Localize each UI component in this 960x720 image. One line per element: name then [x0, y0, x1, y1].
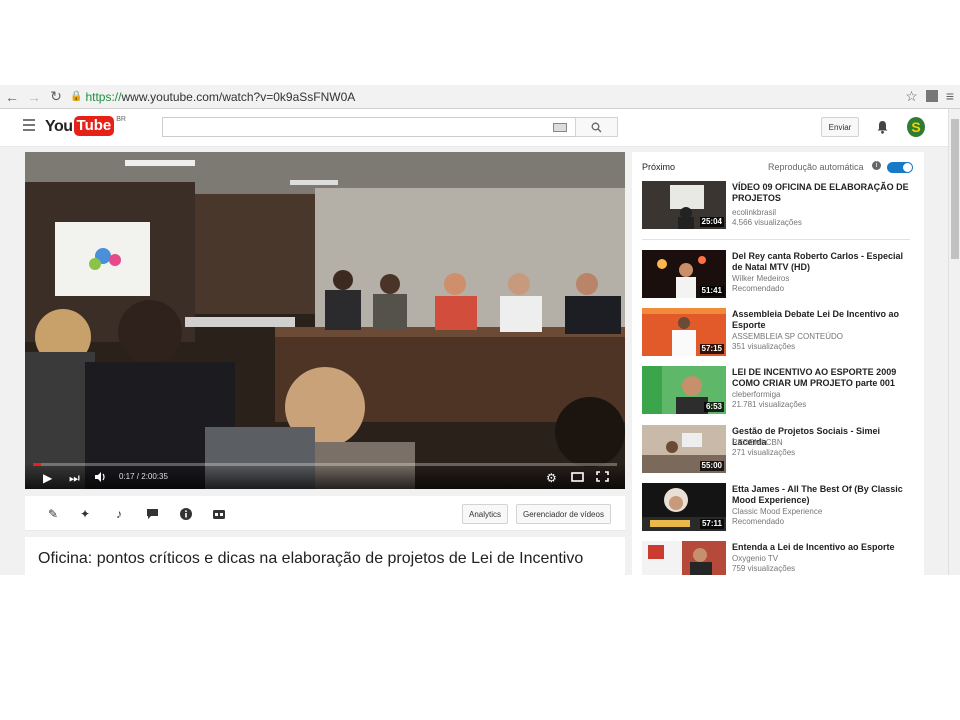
- video-player[interactable]: ▶ ⏭ 0:17 / 2:00:35 ⚙: [25, 152, 625, 489]
- video-thumbnail[interactable]: [642, 541, 726, 575]
- list-item[interactable]: 51:41 Del Rey canta Roberto Carlos - Esp…: [642, 250, 917, 300]
- music-note-icon[interactable]: ♪: [112, 507, 126, 521]
- fullscreen-icon[interactable]: [596, 471, 609, 485]
- autoplay-toggle[interactable]: [887, 162, 913, 173]
- list-item[interactable]: 57:11 Etta James - All The Best Of (By C…: [642, 483, 917, 533]
- reco-channel[interactable]: REDEMI-CBN: [732, 438, 783, 448]
- video-thumbnail[interactable]: 55:00: [642, 425, 726, 473]
- list-item[interactable]: 57:15 Assembleia Debate Lei De Incentivo…: [642, 308, 917, 358]
- url-scheme: https://: [85, 89, 122, 104]
- next-heading: Próximo: [642, 162, 676, 172]
- reco-views: 351 visualizações: [732, 342, 796, 351]
- bell-icon[interactable]: [876, 120, 890, 134]
- video-frame-image: [25, 152, 625, 489]
- url-path: www.youtube.com/watch?v=0k9aSsFNW0A: [121, 89, 356, 104]
- back-icon[interactable]: ←: [2, 87, 22, 107]
- menu-icon[interactable]: ≡: [946, 88, 954, 105]
- reco-channel[interactable]: Classic Mood Experience: [732, 507, 822, 517]
- avatar[interactable]: S: [907, 117, 925, 137]
- lock-icon: 🔒: [70, 91, 83, 102]
- list-item[interactable]: 55:00 Gestão de Projetos Sociais - Simei…: [642, 425, 917, 475]
- progress-fill: [33, 463, 41, 466]
- pencil-icon[interactable]: ✎: [46, 507, 60, 521]
- reco-views: Recomendado: [732, 517, 785, 526]
- forward-icon[interactable]: →: [24, 87, 44, 107]
- search-input[interactable]: [162, 117, 576, 137]
- upload-button[interactable]: Enviar: [821, 117, 859, 137]
- duration-badge: 25:04: [699, 217, 724, 227]
- related-videos-sidebar: Próximo Reprodução automática i 25:04 VÍ…: [632, 152, 924, 575]
- analytics-button[interactable]: Analytics: [462, 504, 509, 524]
- reco-title[interactable]: Entenda a Lei de Incentivo ao Esporte: [732, 542, 916, 553]
- play-icon[interactable]: ▶: [43, 471, 52, 485]
- reco-views: 271 visualizações: [732, 448, 796, 457]
- video-thumbnail[interactable]: 57:15: [642, 308, 726, 356]
- reco-views: 21.781 visualizações: [732, 400, 807, 409]
- reco-channel[interactable]: Wilker Medeiros: [732, 274, 789, 284]
- reco-channel[interactable]: ASSEMBLEIA SP CONTEÚDO: [732, 332, 843, 342]
- video-manager-button[interactable]: Gerenciador de vídeos: [516, 504, 611, 524]
- next-icon[interactable]: ⏭: [69, 471, 80, 485]
- autoplay-info-icon[interactable]: i: [872, 161, 881, 170]
- logo-region: BR: [116, 116, 126, 123]
- subtitles-icon[interactable]: [212, 507, 226, 521]
- star-icon[interactable]: ☆: [905, 88, 918, 105]
- video-thumbnail[interactable]: 6:53: [642, 366, 726, 414]
- progress-bar[interactable]: [33, 463, 617, 466]
- reco-title[interactable]: VÍDEO 09 OFICINA DE ELABORAÇÃO DE PROJET…: [732, 182, 916, 204]
- logo-tube-text: Tube: [73, 116, 115, 136]
- reco-channel[interactable]: Oxygenio TV: [732, 554, 778, 564]
- info-icon[interactable]: [179, 507, 193, 521]
- hamburger-menu-icon[interactable]: [23, 119, 35, 131]
- youtube-logo[interactable]: You Tube BR: [45, 116, 126, 138]
- reco-channel[interactable]: ecolinkbrasil: [732, 208, 776, 218]
- scrollbar-thumb[interactable]: [951, 119, 959, 259]
- site-header: You Tube BR Enviar S: [0, 109, 948, 147]
- duration-badge: 55:00: [699, 461, 724, 471]
- theater-mode-icon[interactable]: [571, 471, 584, 485]
- divider: [642, 239, 910, 240]
- magic-wand-icon[interactable]: ✦: [78, 507, 92, 521]
- reco-views: 4.566 visualizações: [732, 218, 802, 227]
- list-item[interactable]: 25:04 VÍDEO 09 OFICINA DE ELABORAÇÃO DE …: [642, 181, 917, 231]
- gear-icon[interactable]: ⚙: [546, 471, 557, 485]
- player-controls: ▶ ⏭ 0:17 / 2:00:35 ⚙: [25, 463, 625, 489]
- time-display: 0:17 / 2:00:35: [119, 472, 168, 481]
- video-info-card: Oficina: pontos críticos e dicas na elab…: [25, 537, 625, 575]
- video-thumbnail[interactable]: 57:11: [642, 483, 726, 531]
- reload-icon[interactable]: ↻: [46, 87, 66, 107]
- search-button[interactable]: [575, 117, 618, 137]
- browser-window: ← → ↻ 🔒 https:// www.youtube.com/watch?v…: [0, 85, 960, 575]
- reco-title[interactable]: Etta James - All The Best Of (By Classic…: [732, 484, 916, 506]
- reco-channel[interactable]: cleberformiga: [732, 390, 780, 400]
- logo-you-text: You: [45, 118, 73, 135]
- reco-title[interactable]: Del Rey canta Roberto Carlos - Especial …: [732, 251, 916, 273]
- duration-badge: 51:41: [699, 286, 724, 296]
- reco-title[interactable]: Assembleia Debate Lei De Incentivo ao Es…: [732, 309, 916, 331]
- duration-badge: 6:53: [703, 402, 724, 412]
- video-thumbnail[interactable]: 51:41: [642, 250, 726, 298]
- annotation-icon[interactable]: [145, 507, 159, 521]
- volume-icon[interactable]: [95, 471, 106, 485]
- duration-badge: 57:11: [699, 519, 724, 529]
- reco-views: 759 visualizações: [732, 564, 796, 573]
- list-item[interactable]: Entenda a Lei de Incentivo ao Esporte Ox…: [642, 541, 917, 575]
- creator-action-bar: ✎ ✦ ♪ Analytics Gerenciador de vídeos: [25, 496, 625, 531]
- search-icon: [591, 122, 602, 132]
- browser-toolbar: ← → ↻ 🔒 https:// www.youtube.com/watch?v…: [0, 85, 960, 109]
- autoplay-label: Reprodução automática: [768, 162, 864, 172]
- duration-badge: 57:15: [699, 344, 724, 354]
- page-scrollbar[interactable]: [948, 109, 960, 575]
- list-item[interactable]: 6:53 LEI DE INCENTIVO AO ESPORTE 2009 CO…: [642, 366, 917, 416]
- address-bar[interactable]: 🔒 https:// www.youtube.com/watch?v=0k9aS…: [70, 90, 355, 104]
- extension-icon[interactable]: [925, 90, 938, 102]
- video-thumbnail[interactable]: 25:04: [642, 181, 726, 229]
- reco-title[interactable]: LEI DE INCENTIVO AO ESPORTE 2009 COMO CR…: [732, 367, 916, 389]
- reco-views: Recomendado: [732, 284, 785, 293]
- keyboard-icon[interactable]: [553, 123, 567, 132]
- video-title: Oficina: pontos críticos e dicas na elab…: [38, 550, 584, 567]
